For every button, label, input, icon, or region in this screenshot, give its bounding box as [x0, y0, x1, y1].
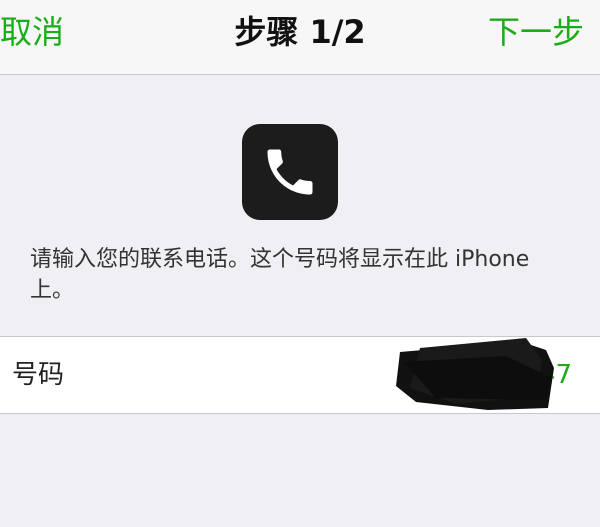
navigation-bar: 取消 步骤 1/2 下一步 [0, 0, 600, 75]
number-label: 号码 [12, 360, 65, 390]
redaction-scribble [396, 338, 554, 410]
instruction-text: 请输入您的联系电话。这个号码将显示在此 iPhone 上。 [30, 247, 530, 303]
phone-icon [242, 124, 338, 220]
next-step-button[interactable]: 下一步 [488, 12, 584, 52]
phone-handset-icon [267, 149, 313, 195]
